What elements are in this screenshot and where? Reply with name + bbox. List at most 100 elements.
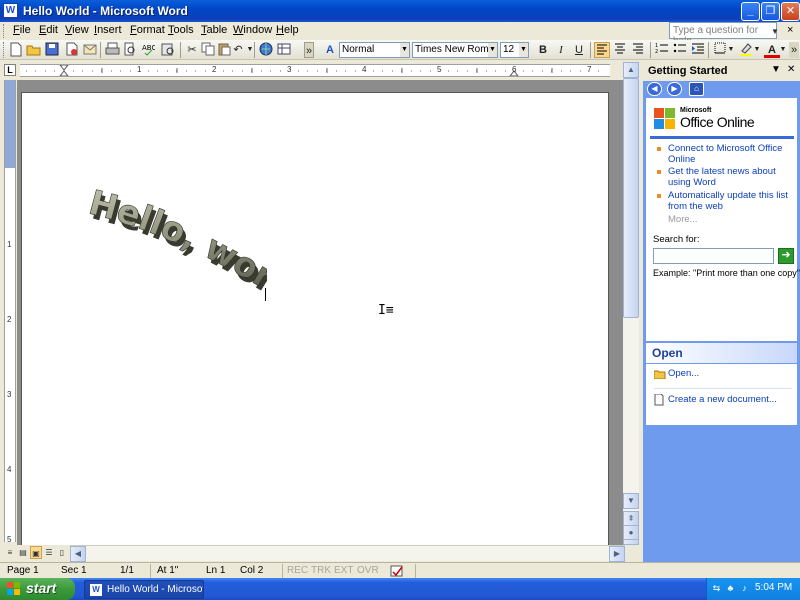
- menu-grip[interactable]: [3, 24, 6, 38]
- cut-icon[interactable]: ✂: [184, 42, 200, 58]
- scroll-left-button[interactable]: ◀: [70, 546, 86, 562]
- status-ext[interactable]: EXT: [334, 565, 353, 576]
- status-pages[interactable]: 1/1: [120, 565, 134, 576]
- search-input[interactable]: [653, 248, 774, 264]
- menu-format[interactable]: Format: [130, 24, 165, 36]
- spelling-status-icon[interactable]: [390, 565, 404, 577]
- align-right-icon[interactable]: [630, 42, 646, 58]
- email-icon[interactable]: [82, 42, 98, 58]
- menu-table[interactable]: Table: [201, 24, 227, 36]
- home-icon[interactable]: ⌂: [689, 82, 704, 96]
- vertical-ruler[interactable]: 1 2 3 4 5: [4, 80, 16, 544]
- close-button[interactable]: ✕: [781, 2, 800, 21]
- font-color-dropdown-icon[interactable]: ▼: [779, 42, 787, 58]
- clock[interactable]: 5:04 PM: [755, 582, 792, 593]
- back-icon[interactable]: ◀: [647, 82, 662, 96]
- scroll-right-button[interactable]: ▶: [609, 546, 625, 562]
- tables-borders-icon[interactable]: [276, 42, 292, 58]
- scroll-up-button[interactable]: ▲: [623, 62, 639, 78]
- highlight-dropdown-icon[interactable]: ▼: [753, 42, 761, 58]
- bold-button[interactable]: B: [535, 42, 551, 58]
- underline-button[interactable]: U: [571, 42, 587, 58]
- horizontal-scrollbar[interactable]: ◀ ▶: [70, 545, 625, 562]
- latest-news-link[interactable]: Get the latest news about using Word: [668, 166, 793, 188]
- bullets-icon[interactable]: [672, 42, 688, 58]
- vertical-scrollbar[interactable]: ▲ ▼ ⇞ ●: [623, 62, 639, 545]
- status-page[interactable]: Page 1: [7, 565, 39, 576]
- scroll-thumb[interactable]: [623, 78, 639, 318]
- hyperlink-icon[interactable]: [258, 42, 274, 58]
- wordart-object[interactable]: Hello, world! Hello, world!: [70, 157, 284, 303]
- maximize-button[interactable]: ❐: [761, 2, 780, 21]
- numbering-icon[interactable]: 12: [654, 42, 670, 58]
- network-icon[interactable]: ⇆: [711, 583, 722, 594]
- chevron-down-icon[interactable]: ▼: [519, 43, 528, 57]
- more-link[interactable]: More...: [668, 214, 698, 225]
- menu-insert[interactable]: Insert: [94, 24, 122, 36]
- style-combo[interactable]: Normal ▼: [339, 42, 410, 58]
- italic-button[interactable]: I: [553, 42, 569, 58]
- align-left-icon[interactable]: [594, 42, 610, 58]
- font-size-combo[interactable]: 12 ▼: [500, 42, 529, 58]
- chevron-down-icon[interactable]: ▼: [400, 43, 409, 57]
- help-search-input[interactable]: Type a question for help: [669, 22, 777, 47]
- styles-formatting-icon[interactable]: A: [322, 42, 338, 58]
- outline-view-icon[interactable]: ☰: [43, 546, 55, 559]
- new-document-icon[interactable]: [8, 42, 24, 58]
- save-icon[interactable]: [44, 42, 60, 58]
- print-layout-view-icon[interactable]: ▣: [30, 546, 42, 559]
- toolbar-options-icon[interactable]: »: [789, 42, 799, 58]
- menu-edit[interactable]: Edit: [39, 24, 58, 36]
- task-pane-close-icon[interactable]: ✕: [787, 64, 795, 75]
- scroll-down-button[interactable]: ▼: [623, 493, 639, 509]
- status-line[interactable]: Ln 1: [206, 565, 225, 576]
- print-icon[interactable]: [104, 42, 120, 58]
- status-rec[interactable]: REC: [287, 565, 308, 576]
- horizontal-ruler[interactable]: 1 2 3 4 5 6 7: [20, 64, 610, 77]
- copy-icon[interactable]: [200, 42, 216, 58]
- open-document-link[interactable]: Open...: [668, 368, 699, 379]
- menu-tools[interactable]: Tools: [168, 24, 194, 36]
- search-go-icon[interactable]: ➜: [778, 248, 794, 264]
- status-trk[interactable]: TRK: [311, 565, 331, 576]
- menu-help[interactable]: Help: [276, 24, 299, 36]
- forward-icon[interactable]: ▶: [667, 82, 682, 96]
- task-pane-header[interactable]: Getting Started ▼ ✕: [643, 61, 800, 81]
- reading-layout-view-icon[interactable]: ▯: [56, 546, 68, 559]
- chevron-down-icon[interactable]: ▼: [488, 43, 497, 57]
- normal-view-icon[interactable]: ≡: [4, 546, 16, 559]
- auto-update-link[interactable]: Automatically update this list from the …: [668, 190, 793, 212]
- align-center-icon[interactable]: [612, 42, 628, 58]
- borders-icon[interactable]: [712, 42, 728, 58]
- status-at[interactable]: At 1": [157, 565, 178, 576]
- document-close-button[interactable]: ×: [787, 24, 793, 36]
- status-section[interactable]: Sec 1: [61, 565, 87, 576]
- title-bar[interactable]: W Hello World - Microsoft Word _ ❐ ✕: [0, 0, 800, 22]
- document-page[interactable]: Hello, world! Hello, world! I≡: [21, 92, 609, 552]
- connect-office-online-link[interactable]: Connect to Microsoft Office Online: [668, 143, 793, 165]
- status-column[interactable]: Col 2: [240, 565, 263, 576]
- safely-remove-icon[interactable]: ♣: [725, 583, 736, 594]
- minimize-button[interactable]: _: [741, 2, 760, 21]
- increase-indent-icon[interactable]: [690, 42, 706, 58]
- toolbar-options-icon[interactable]: »: [304, 42, 314, 58]
- word-app-icon[interactable]: W: [3, 3, 18, 18]
- task-pane-menu-icon[interactable]: ▼: [771, 64, 781, 75]
- borders-dropdown-icon[interactable]: ▼: [727, 42, 735, 58]
- tab-selector[interactable]: L: [4, 64, 16, 76]
- taskbar-word-button[interactable]: W Hello World - Microsof...: [84, 580, 204, 599]
- start-button[interactable]: start: [0, 578, 75, 600]
- create-new-document-link[interactable]: Create a new document...: [668, 394, 777, 405]
- help-dropdown-icon[interactable]: ▼: [771, 27, 779, 36]
- research-icon[interactable]: [160, 42, 176, 58]
- menu-file[interactable]: File: [13, 24, 31, 36]
- undo-dropdown-icon[interactable]: ▼: [246, 42, 254, 58]
- spelling-icon[interactable]: ABC: [140, 42, 156, 58]
- print-preview-icon[interactable]: [122, 42, 138, 58]
- font-combo[interactable]: Times New Roman ▼: [412, 42, 498, 58]
- menu-window[interactable]: Window: [233, 24, 272, 36]
- status-ovr[interactable]: OVR: [357, 565, 379, 576]
- menu-view[interactable]: View: [65, 24, 89, 36]
- volume-icon[interactable]: ♪: [739, 583, 750, 594]
- undo-icon[interactable]: ↶: [230, 42, 246, 58]
